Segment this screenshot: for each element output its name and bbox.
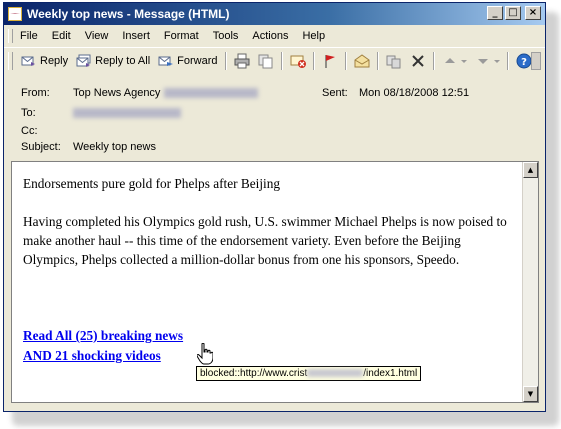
toolbar-options-chevron[interactable] <box>531 52 541 70</box>
tooltip-url-prefix: blocked::http://www.crist <box>200 368 308 379</box>
subject-row: Subject: Weekly top news <box>21 139 156 155</box>
reply-icon <box>21 53 37 69</box>
standard-toolbar: Reply Reply to All Forward ? <box>4 47 545 74</box>
vertical-scrollbar[interactable]: ▲ ▼ <box>522 162 538 402</box>
tooltip-url-suffix: /index1.html <box>363 368 418 379</box>
help-icon: ? <box>516 53 532 69</box>
forward-button[interactable]: Forward <box>154 50 221 72</box>
menu-bar: File Edit View Insert Format Tools Actio… <box>4 26 545 46</box>
copy-icon <box>258 53 274 69</box>
delete-icon <box>410 53 426 69</box>
move-button[interactable] <box>382 50 406 72</box>
scroll-up-arrow[interactable]: ▲ <box>523 162 538 178</box>
link-tooltip: blocked::http://www.crist/index1.html <box>196 366 422 381</box>
subject-label: Subject: <box>21 141 61 153</box>
toolbar-separator <box>376 52 379 70</box>
cc-label: Cc: <box>21 125 38 137</box>
flag-icon <box>322 53 338 69</box>
toolbar-separator <box>432 52 435 70</box>
subject-value: Weekly top news <box>73 141 156 153</box>
toolbar-separator <box>312 52 315 70</box>
sent-value: Mon 08/18/2008 12:51 <box>359 87 470 99</box>
forward-label: Forward <box>177 55 218 67</box>
dropdown-arrow-icon <box>460 53 467 69</box>
hand-cursor-icon <box>196 342 214 365</box>
open-envelope-icon <box>354 53 370 69</box>
down-arrow-icon <box>475 53 491 69</box>
sent-label: Sent: <box>322 87 348 99</box>
reply-label: Reply <box>40 55 69 67</box>
menu-edit[interactable]: Edit <box>45 30 78 42</box>
menu-tools[interactable]: Tools <box>206 30 246 42</box>
reply-button[interactable]: Reply <box>17 50 72 72</box>
toolbar-separator <box>224 52 227 70</box>
up-arrow-icon <box>442 53 458 69</box>
minimize-button[interactable]: _ <box>487 6 503 20</box>
toolbar-separator <box>506 52 509 70</box>
junk-button[interactable] <box>286 50 310 72</box>
menu-view[interactable]: View <box>78 30 116 42</box>
cc-row: Cc: <box>21 123 73 139</box>
mark-unread-button[interactable] <box>350 50 374 72</box>
breaking-news-link[interactable]: Read All (25) breaking news <box>23 326 513 346</box>
menu-insert[interactable]: Insert <box>115 30 157 42</box>
maximize-button[interactable]: □ <box>505 6 521 20</box>
follow-up-button[interactable] <box>318 50 342 72</box>
previous-item-button[interactable] <box>438 50 471 72</box>
delete-button[interactable] <box>406 50 430 72</box>
forward-icon <box>158 53 174 69</box>
to-label: To: <box>21 107 36 119</box>
title-bar[interactable]: Weekly top news - Message (HTML) _ □ × <box>4 3 545 25</box>
reply-all-icon <box>76 53 92 69</box>
message-content: Endorsements pure gold for Phelps after … <box>23 174 513 366</box>
shocking-videos-link[interactable]: AND 21 shocking videos <box>23 346 513 366</box>
from-address-redacted <box>164 88 259 98</box>
toolbar-separator <box>344 52 347 70</box>
menu-file[interactable]: File <box>13 30 45 42</box>
dropdown-arrow-icon <box>493 53 500 69</box>
menu-actions[interactable]: Actions <box>245 30 295 42</box>
headline: Endorsements pure gold for Phelps after … <box>23 176 281 191</box>
to-row: To: <box>21 105 181 121</box>
toolbar-separator <box>280 52 283 70</box>
printer-icon <box>234 53 250 69</box>
message-window: Weekly top news - Message (HTML) _ □ × F… <box>3 2 546 412</box>
reply-all-label: Reply to All <box>95 55 151 67</box>
next-item-button[interactable] <box>471 50 504 72</box>
toolbar-grip <box>8 52 13 70</box>
close-button[interactable]: × <box>525 6 541 20</box>
from-value[interactable]: Top News Agency <box>73 87 160 99</box>
print-button[interactable] <box>230 50 254 72</box>
move-to-folder-icon <box>386 53 402 69</box>
body-paragraph: Having completed his Olympics gold rush,… <box>23 214 507 267</box>
to-address-redacted[interactable] <box>73 108 181 118</box>
menu-help[interactable]: Help <box>295 30 332 42</box>
reply-all-button[interactable]: Reply to All <box>72 50 154 72</box>
menu-format[interactable]: Format <box>157 30 206 42</box>
from-label: From: <box>21 87 50 99</box>
scroll-down-arrow[interactable]: ▼ <box>523 386 538 402</box>
svg-text:?: ? <box>521 57 527 68</box>
tooltip-url-redacted <box>307 369 364 378</box>
from-row: From: Top News Agency <box>21 85 259 101</box>
junk-mail-icon <box>290 53 306 69</box>
message-header: From: Top News Agency Sent: Mon 08/18/20… <box>4 75 545 159</box>
window-title: Weekly top news - Message (HTML) <box>27 7 230 21</box>
copy-button[interactable] <box>254 50 278 72</box>
envelope-icon <box>8 7 22 21</box>
sent-row: Sent: Mon 08/18/2008 12:51 <box>322 85 469 101</box>
